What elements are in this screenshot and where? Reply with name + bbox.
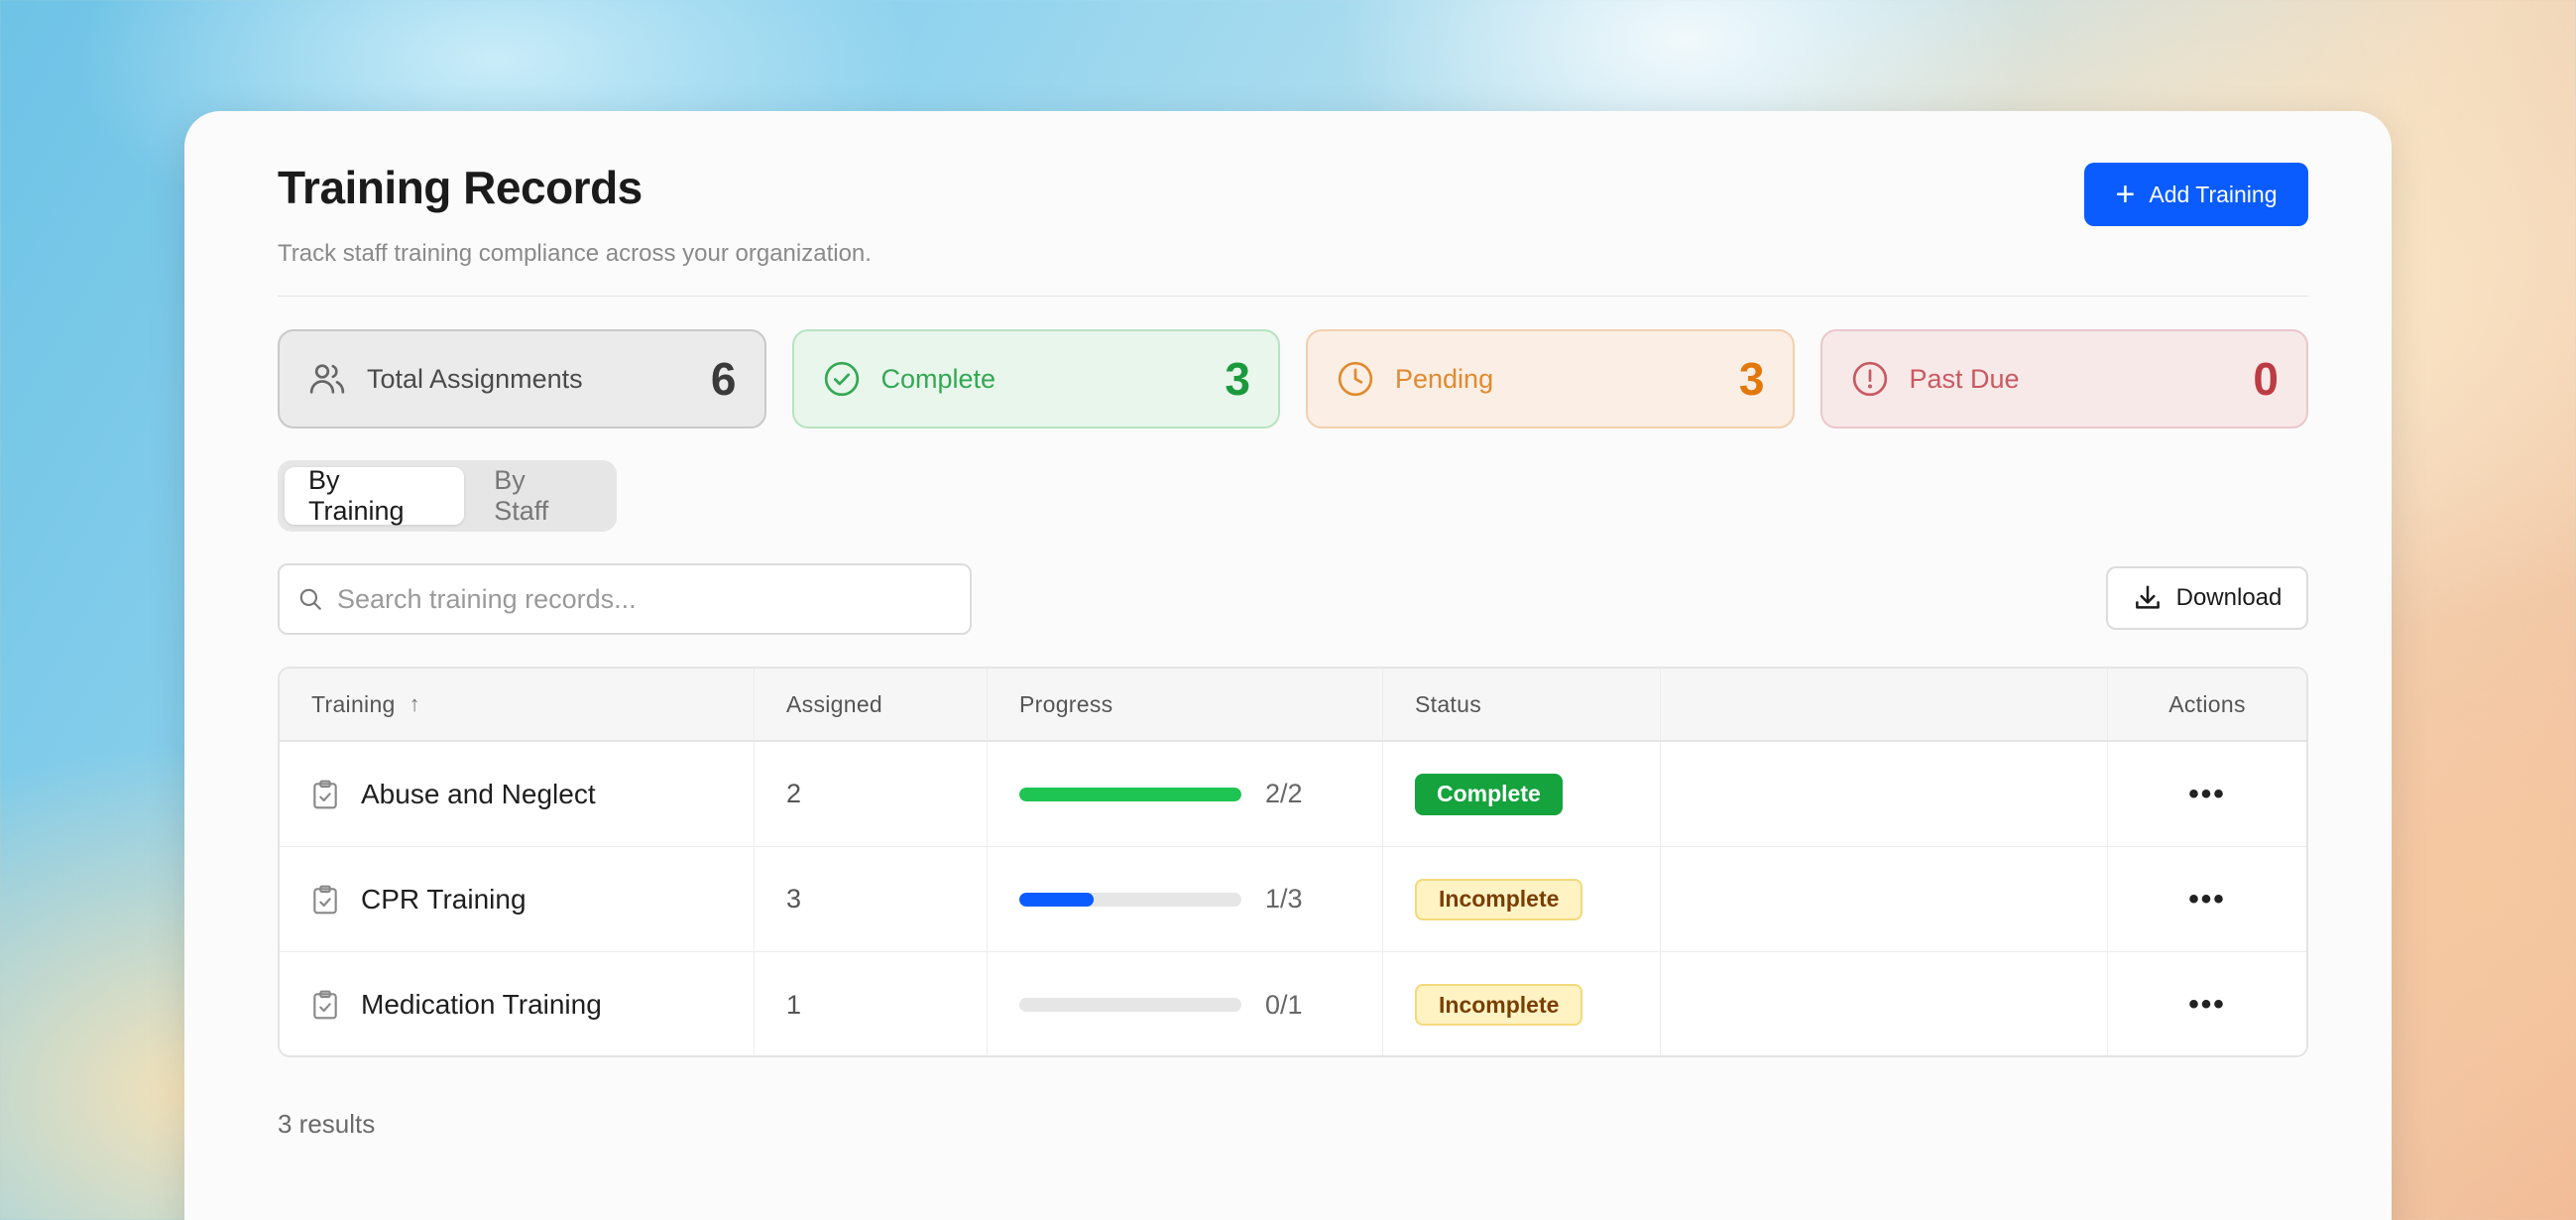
assigned-cell: 2	[755, 742, 988, 846]
page-subtitle: Track staff training compliance across y…	[278, 240, 872, 267]
table-row[interactable]: Medication Training 1 0/1 Incomplete •••	[280, 952, 2306, 1055]
check-circle-icon	[824, 361, 859, 397]
training-name: Abuse and Neglect	[361, 778, 596, 809]
column-label: Training	[311, 690, 396, 717]
progress-bar	[1019, 998, 1241, 1012]
progress-text: 2/2	[1265, 779, 1303, 808]
actions-cell: •••	[2108, 847, 2306, 951]
clipboard-check-icon	[313, 990, 337, 1020]
download-button[interactable]: Download	[2106, 566, 2308, 630]
progress-cell: 0/1	[988, 952, 1383, 1055]
tab-by-training[interactable]: By Training	[285, 465, 465, 526]
search-box	[278, 563, 972, 635]
assigned-cell: 3	[755, 847, 988, 951]
training-name: Medication Training	[361, 989, 602, 1020]
clipboard-check-icon	[313, 780, 337, 808]
download-icon	[2135, 585, 2160, 609]
actions-cell: •••	[2108, 952, 2306, 1055]
column-label: Status	[1415, 690, 1482, 717]
add-training-button[interactable]: + Add Training	[2084, 163, 2308, 226]
stat-past-due: Past Due 0	[1819, 329, 2308, 428]
training-table: Training ↑ Assigned Progress Status Acti…	[278, 667, 2308, 1057]
clock-icon	[1338, 361, 1373, 397]
header-divider	[278, 296, 2308, 297]
stat-value: 3	[1738, 353, 1765, 405]
progress-bar	[1019, 787, 1241, 801]
more-actions-icon[interactable]: •••	[2188, 988, 2226, 1022]
stat-value: 6	[710, 353, 737, 405]
stats-row: Total Assignments 6 Complete 3 Pending 3	[278, 329, 2308, 428]
progress-text: 1/3	[1265, 884, 1303, 914]
page-title: Training Records	[278, 162, 643, 213]
stat-total-assignments: Total Assignments 6	[278, 329, 766, 428]
more-actions-icon[interactable]: •••	[2188, 778, 2226, 811]
stat-pending: Pending 3	[1306, 329, 1795, 428]
add-training-label: Add Training	[2149, 181, 2278, 207]
stat-label: Total Assignments	[367, 363, 583, 394]
download-label: Download	[2175, 584, 2283, 611]
column-header-status: Status	[1383, 669, 1661, 740]
sort-ascending-icon: ↑	[409, 691, 420, 716]
status-cell: Incomplete	[1383, 952, 1661, 1055]
column-label: Assigned	[786, 690, 883, 717]
empty-cell	[1661, 847, 2108, 951]
empty-cell	[1661, 952, 2108, 1055]
column-label: Progress	[1019, 690, 1113, 717]
progress-fill	[1019, 787, 1241, 801]
tab-by-staff[interactable]: By Staff	[470, 465, 610, 526]
view-toggle: By Training By Staff	[278, 460, 617, 532]
progress-cell: 1/3	[988, 847, 1383, 951]
column-header-actions: Actions	[2108, 669, 2306, 740]
table-row[interactable]: Abuse and Neglect 2 2/2 Complete •••	[280, 742, 2306, 847]
stat-complete: Complete 3	[791, 329, 1280, 428]
table-row[interactable]: CPR Training 3 1/3 Incomplete •••	[280, 847, 2306, 952]
training-cell: CPR Training	[280, 847, 755, 951]
progress-fill	[1019, 892, 1094, 907]
search-input[interactable]	[337, 583, 932, 615]
progress-cell: 2/2	[988, 742, 1383, 846]
column-header-blank	[1661, 669, 2108, 740]
alert-circle-icon	[1852, 361, 1887, 397]
progress-bar	[1019, 892, 1241, 907]
status-badge: Incomplete	[1415, 878, 1583, 920]
training-cell: Abuse and Neglect	[280, 742, 755, 846]
column-label: Actions	[2168, 690, 2246, 717]
assigned-cell: 1	[755, 952, 988, 1055]
stat-label: Past Due	[1909, 363, 2020, 394]
stat-value: 0	[2253, 353, 2279, 405]
training-records-card: Training Records Track staff training co…	[184, 111, 2392, 1220]
progress-text: 0/1	[1265, 989, 1303, 1020]
column-header-training[interactable]: Training ↑	[280, 669, 755, 740]
column-header-assigned: Assigned	[755, 669, 988, 740]
results-count: 3 results	[278, 1109, 376, 1139]
search-icon	[299, 588, 321, 610]
stat-label: Complete	[880, 363, 996, 394]
status-badge: Complete	[1415, 773, 1563, 815]
table-header: Training ↑ Assigned Progress Status Acti…	[280, 669, 2306, 742]
training-cell: Medication Training	[280, 952, 755, 1055]
clipboard-check-icon	[313, 885, 337, 914]
users-icon	[309, 364, 345, 394]
status-cell: Incomplete	[1383, 847, 1661, 951]
training-name: CPR Training	[361, 883, 527, 915]
status-badge: Incomplete	[1415, 984, 1583, 1026]
plus-icon: +	[2115, 176, 2136, 213]
stat-value: 3	[1225, 353, 1250, 405]
empty-cell	[1661, 742, 2108, 846]
column-header-progress: Progress	[988, 669, 1383, 740]
actions-cell: •••	[2108, 742, 2306, 846]
more-actions-icon[interactable]: •••	[2188, 883, 2226, 916]
stat-label: Pending	[1395, 363, 1494, 394]
status-cell: Complete	[1383, 742, 1661, 846]
